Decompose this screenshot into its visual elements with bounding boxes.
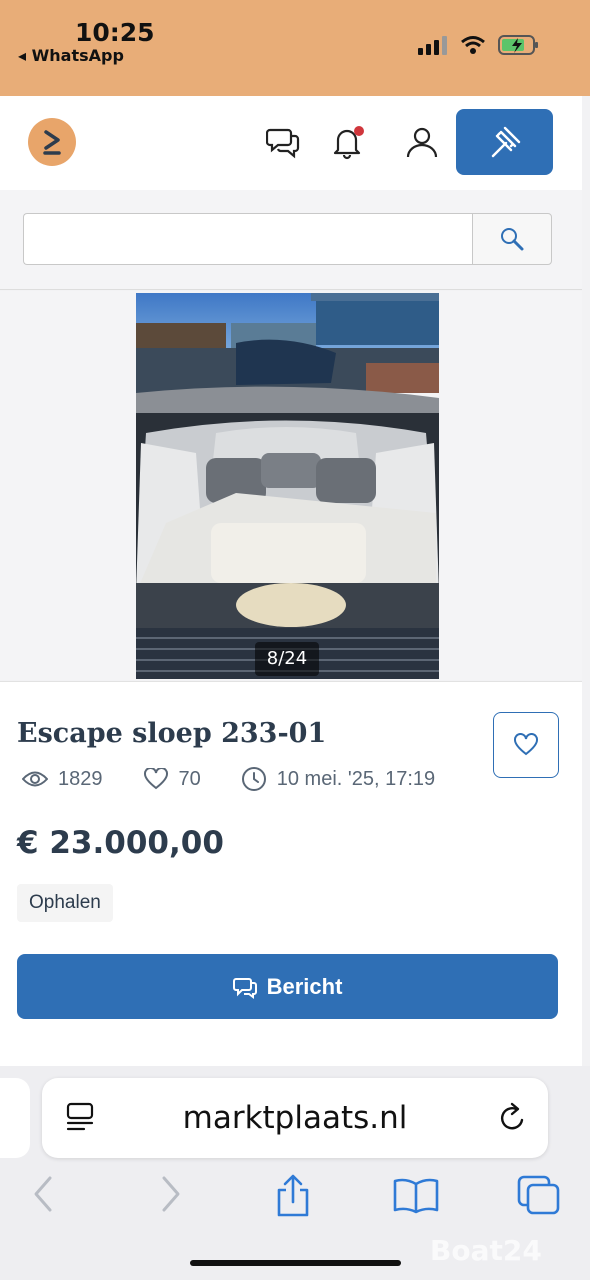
listing-details: Escape sloep 233-01 1829 70 10 mei. '25,… xyxy=(0,681,582,1066)
home-indicator[interactable] xyxy=(190,1260,401,1266)
reload-icon[interactable] xyxy=(498,1102,528,1134)
status-time: 10:25 xyxy=(75,18,155,47)
views-stat: 1829 xyxy=(22,768,103,791)
messages-icon[interactable] xyxy=(266,124,302,160)
forward-arrow-icon[interactable] xyxy=(158,1174,184,1214)
listing-photo[interactable] xyxy=(136,293,439,679)
photo-counter: 8/24 xyxy=(255,642,319,676)
place-ad-button[interactable] xyxy=(456,109,553,175)
address-bar[interactable]: marktplaats.nl xyxy=(42,1078,548,1158)
logo-mark-icon xyxy=(43,130,61,155)
message-button-label: Bericht xyxy=(266,973,343,999)
photo-gallery[interactable]: 8/24 xyxy=(0,291,582,680)
eye-icon xyxy=(22,771,48,787)
battery-charging-icon xyxy=(498,35,538,55)
signal-icon xyxy=(418,36,447,55)
favorites-count: 70 xyxy=(178,767,201,790)
status-icons xyxy=(418,34,540,56)
back-to-app-link[interactable]: ◂ WhatsApp xyxy=(18,46,124,65)
heart-outline-icon xyxy=(143,768,168,790)
url-text[interactable]: marktplaats.nl xyxy=(42,1100,548,1136)
search-input[interactable] xyxy=(23,213,473,265)
listing-price: € 23.000,00 xyxy=(17,825,224,861)
views-count: 1829 xyxy=(58,767,103,790)
marktplaats-logo[interactable] xyxy=(28,118,76,166)
tabs-icon[interactable] xyxy=(516,1174,562,1216)
wifi-icon xyxy=(461,36,485,54)
search-icon xyxy=(501,228,524,251)
date-stat: 10 mei. '25, 17:19 xyxy=(241,766,435,792)
pin-icon xyxy=(491,126,520,158)
listing-date: 10 mei. '25, 17:19 xyxy=(276,767,436,790)
delivery-chip: Ophalen xyxy=(17,884,113,922)
message-button[interactable]: Bericht xyxy=(17,954,558,1019)
listing-stats: 1829 70 10 mei. '25, 17:19 xyxy=(22,766,475,792)
chat-icon xyxy=(232,977,257,999)
share-icon[interactable] xyxy=(274,1174,312,1218)
boat24-watermark: Boat24 xyxy=(430,1234,542,1267)
app-header xyxy=(0,96,582,190)
search-bar xyxy=(0,190,582,290)
bookmarks-icon[interactable] xyxy=(392,1176,440,1214)
favorites-stat: 70 xyxy=(143,768,201,791)
profile-icon[interactable] xyxy=(404,124,440,160)
favorite-button[interactable] xyxy=(493,712,559,778)
search-button[interactable] xyxy=(472,213,552,265)
notifications-bell-icon[interactable] xyxy=(330,124,366,160)
clock-icon xyxy=(241,767,266,791)
status-bar: 10:25 ◂ WhatsApp xyxy=(0,0,590,96)
back-arrow-icon[interactable] xyxy=(30,1174,56,1214)
previous-tab-preview[interactable] xyxy=(0,1078,30,1158)
heart-icon xyxy=(514,733,538,756)
listing-title: Escape sloep 233-01 xyxy=(17,718,327,749)
